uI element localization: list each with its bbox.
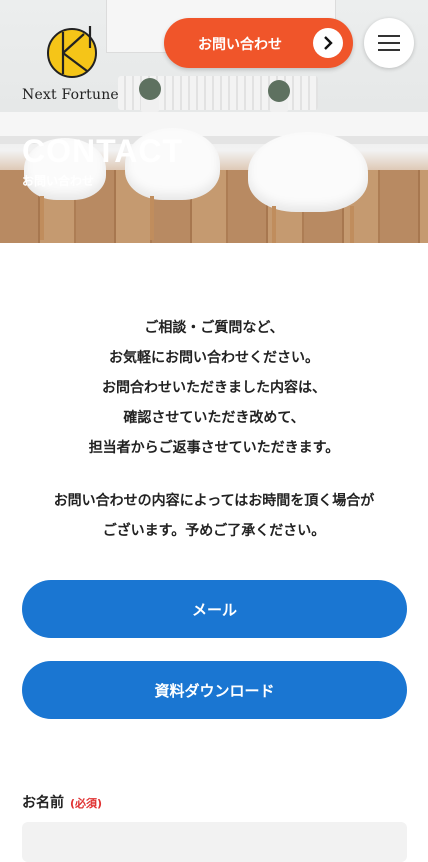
required-badge: (必須): [70, 797, 103, 810]
hero-chair-leg: [272, 206, 276, 243]
mail-button[interactable]: メール: [22, 580, 407, 638]
hamburger-icon: [378, 49, 400, 51]
chevron-right-icon: [313, 28, 343, 58]
intro-line: 担当者からご返事させていただきます。: [88, 440, 340, 456]
contact-button[interactable]: お問い合わせ: [164, 18, 353, 68]
intro-line: ご相談・ご質問など、: [144, 320, 284, 336]
name-input[interactable]: [22, 822, 407, 862]
page-title: CONTACT: [22, 133, 184, 169]
hero-plant: [139, 78, 161, 100]
hero-chair-leg: [350, 206, 354, 243]
intro-line: お気軽にお問い合わせください。: [109, 350, 319, 366]
hero-chair: [248, 132, 368, 212]
intro-line: お問合わせいただきました内容は、: [102, 380, 326, 396]
brand-name[interactable]: Next Fortune: [22, 87, 119, 103]
notice-line: ございます。予めご了承ください。: [102, 523, 326, 539]
hamburger-icon: [378, 42, 400, 44]
name-field-label: お名前 (必須): [22, 792, 102, 812]
notice-line: お問い合わせの内容によってはお時間を頂く場合が: [53, 493, 375, 509]
hero-chair-leg: [150, 196, 154, 240]
menu-button[interactable]: [364, 18, 414, 68]
page-subtitle: お問い合わせ: [22, 174, 95, 188]
intro-text: ご相談・ご質問など、 お気軽にお問い合わせください。 お問合わせいただきました内…: [0, 313, 428, 463]
hero-chair-leg: [40, 196, 44, 240]
hero-plant: [268, 80, 290, 102]
notice-text: お問い合わせの内容によってはお時間を頂く場合が ございます。予めご了承ください。: [0, 486, 428, 546]
hamburger-icon: [378, 35, 400, 37]
intro-line: 確認させていただき改めて、: [123, 410, 305, 426]
contact-button-label: お問い合わせ: [198, 37, 282, 53]
brand-logo-icon[interactable]: [46, 26, 98, 78]
name-label-text: お名前: [22, 795, 64, 811]
download-materials-button[interactable]: 資料ダウンロード: [22, 661, 407, 719]
